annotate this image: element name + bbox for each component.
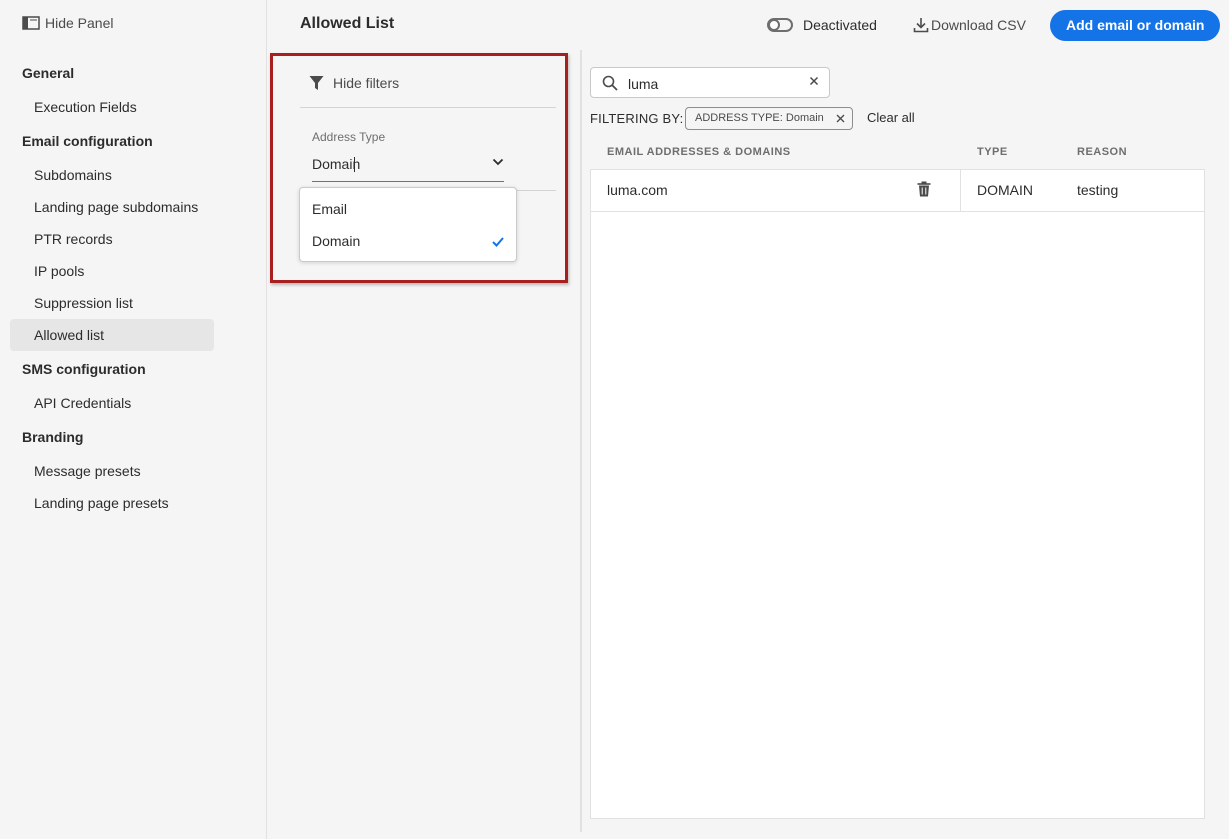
download-icon	[913, 18, 929, 33]
toggle-switch[interactable]	[767, 18, 793, 32]
toggle-label: Deactivated	[803, 17, 877, 33]
sidebar-item-api-credentials[interactable]: API Credentials	[10, 387, 214, 419]
nav-section-sms-configuration: SMS configuration	[22, 361, 146, 377]
sidebar-item-execution-fields[interactable]: Execution Fields	[10, 91, 214, 123]
search-icon	[602, 75, 618, 91]
sidebar-item-message-presets[interactable]: Message presets	[10, 455, 214, 487]
filter-tag-label: ADDRESS TYPE: Domain	[695, 112, 824, 124]
close-icon[interactable]	[836, 114, 845, 123]
filter-icon	[309, 76, 324, 90]
trash-icon[interactable]	[917, 181, 931, 197]
download-csv-label: Download CSV	[931, 17, 1026, 33]
nav-section-email-configuration: Email configuration	[22, 133, 153, 149]
activation-toggle[interactable]: Deactivated	[767, 17, 877, 33]
address-type-value: Domain	[312, 156, 361, 172]
hide-panel-button[interactable]: Hide Panel	[22, 15, 114, 31]
download-csv-button[interactable]: Download CSV	[913, 17, 1026, 33]
nav-section-general: General	[22, 65, 75, 81]
panel-icon	[22, 16, 40, 30]
checkmark-icon	[492, 225, 504, 257]
cell-address: luma.com	[607, 182, 668, 198]
search-input[interactable]	[626, 73, 800, 95]
hide-filters-label: Hide filters	[333, 75, 400, 91]
text-caret	[354, 157, 355, 172]
column-header-reason[interactable]: REASON	[1077, 146, 1127, 158]
address-type-picker[interactable]: Domain	[312, 152, 504, 182]
option-domain-label: Domain	[312, 233, 361, 249]
sidebar-item-allowed-list[interactable]: Allowed list	[10, 319, 214, 351]
panel-divider	[580, 50, 582, 832]
filtering-by-label: FILTERING BY:	[590, 111, 684, 126]
sidebar-item-ip-pools[interactable]: IP pools	[10, 255, 214, 287]
sidebar-item-suppression-list[interactable]: Suppression list	[10, 287, 214, 319]
clear-all-button[interactable]: Clear all	[867, 110, 915, 125]
add-email-or-domain-button[interactable]: Add email or domain	[1050, 10, 1221, 41]
search-field[interactable]	[590, 67, 830, 98]
sidebar-item-subdomains[interactable]: Subdomains	[10, 159, 214, 191]
hide-panel-label: Hide Panel	[45, 15, 114, 31]
page-title: Allowed List	[300, 15, 395, 32]
option-domain[interactable]: Domain	[300, 225, 516, 257]
row-divider	[960, 170, 961, 211]
sidebar-item-landing-page-subdomains[interactable]: Landing page subdomains	[10, 191, 214, 223]
table-row[interactable]: luma.com DOMAIN testing	[591, 170, 1204, 212]
column-header-type[interactable]: TYPE	[977, 146, 1008, 158]
column-header-address[interactable]: EMAIL ADDRESSES & DOMAINS	[607, 146, 791, 158]
cell-type: DOMAIN	[977, 182, 1033, 198]
main-content: Allowed List Deactivated Download CSV Ad…	[267, 0, 1229, 839]
filter-divider	[300, 107, 556, 108]
address-type-dropdown: Email Domain	[299, 187, 517, 262]
hide-filters-button[interactable]: Hide filters	[309, 75, 399, 91]
sidebar-item-ptr-records[interactable]: PTR records	[10, 223, 214, 255]
left-nav: Hide Panel General Execution Fields Emai…	[0, 0, 267, 839]
cell-reason: testing	[1077, 182, 1119, 198]
nav-section-branding: Branding	[22, 429, 84, 445]
filter-tag: ADDRESS TYPE: Domain	[685, 107, 853, 130]
option-email[interactable]: Email	[300, 193, 516, 225]
address-type-label: Address Type	[312, 130, 386, 144]
clear-icon[interactable]	[809, 76, 819, 86]
option-email-label: Email	[312, 201, 348, 217]
chevron-down-icon	[492, 158, 504, 166]
results-table: luma.com DOMAIN testing	[590, 169, 1205, 819]
sidebar-item-landing-page-presets[interactable]: Landing page presets	[10, 487, 214, 519]
